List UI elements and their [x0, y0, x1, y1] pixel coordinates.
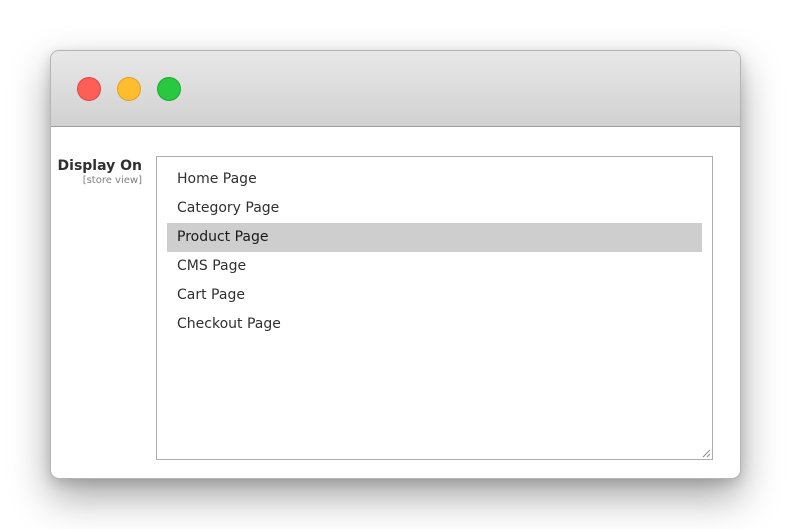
field-scope-text: [store view]	[82, 175, 142, 186]
app-window: Display On [store view] Home Page Catego…	[50, 50, 741, 479]
minimize-button[interactable]	[117, 77, 141, 101]
resize-handle-icon[interactable]	[702, 449, 711, 458]
option-category-page[interactable]: Category Page	[167, 194, 702, 223]
display-on-multiselect[interactable]: Home Page Category Page Product Page CMS…	[156, 156, 713, 460]
close-button[interactable]	[77, 77, 101, 101]
display-on-label: Display On [store view]	[58, 157, 142, 187]
field-label-text: Display On	[57, 158, 142, 174]
option-cart-page[interactable]: Cart Page	[167, 281, 702, 310]
maximize-button[interactable]	[157, 77, 181, 101]
option-home-page[interactable]: Home Page	[167, 165, 702, 194]
title-bar	[51, 51, 740, 127]
option-product-page[interactable]: Product Page	[167, 223, 702, 252]
option-checkout-page[interactable]: Checkout Page	[167, 310, 702, 339]
option-cms-page[interactable]: CMS Page	[167, 252, 702, 281]
